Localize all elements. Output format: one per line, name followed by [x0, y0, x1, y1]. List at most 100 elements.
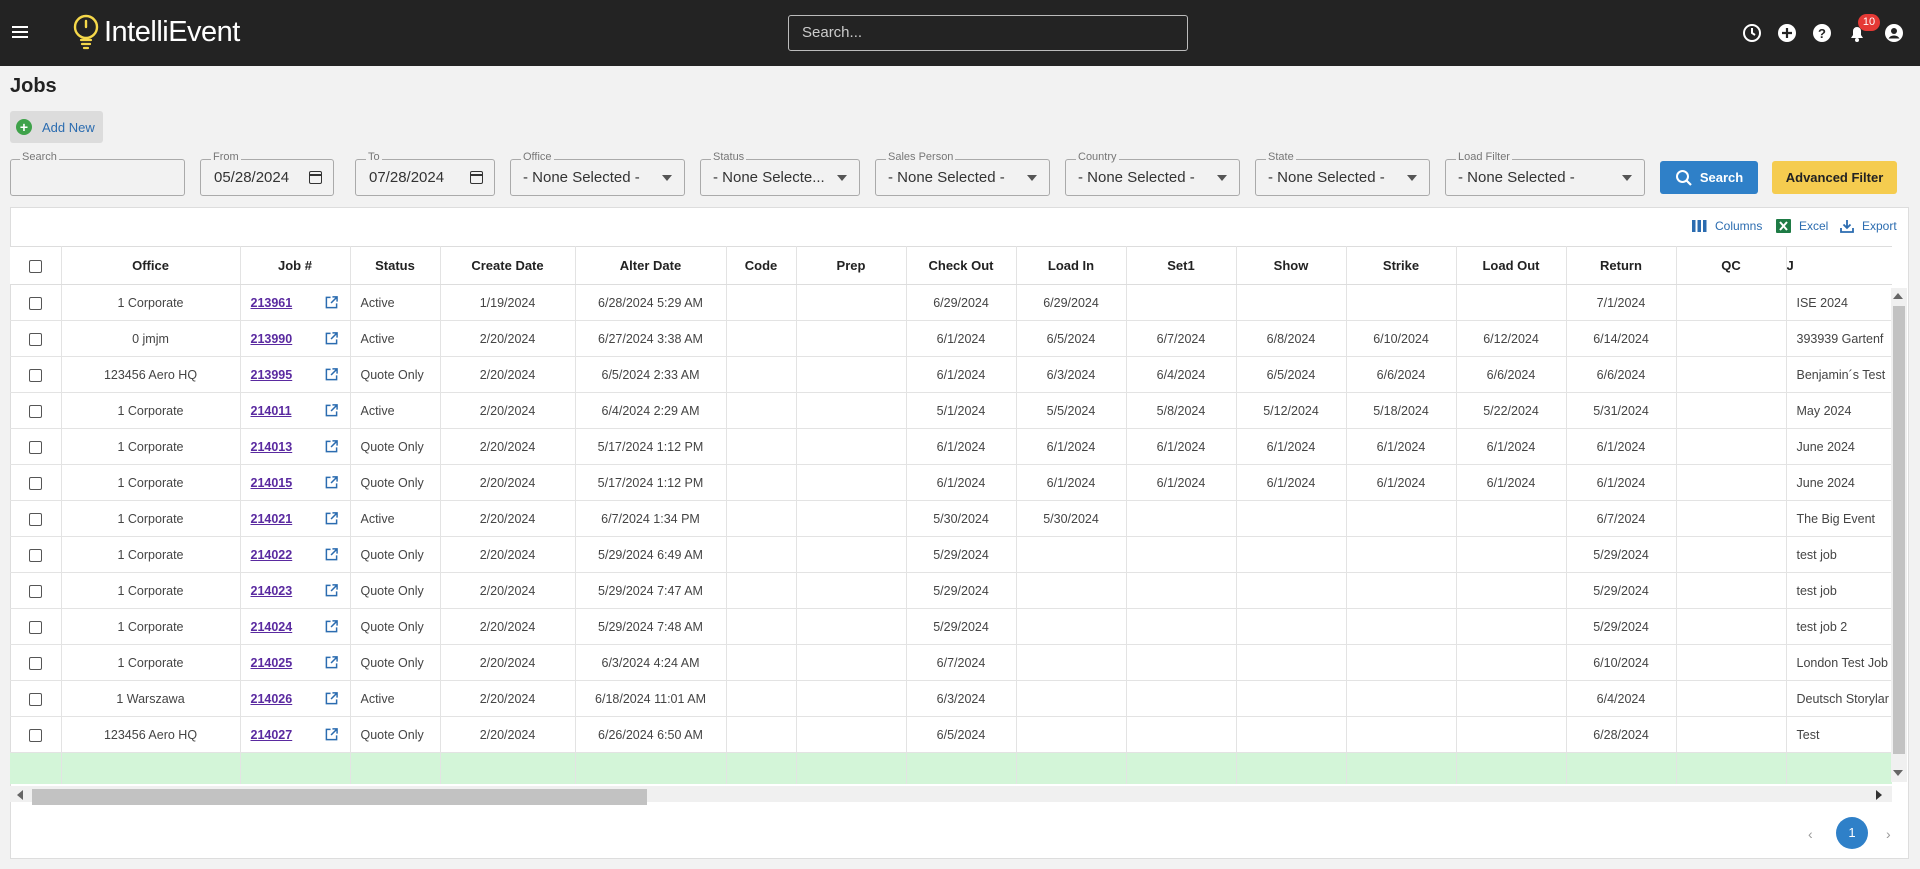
job-number-link[interactable]: 214013: [251, 440, 293, 454]
table-row[interactable]: 1 Warszawa 214026 Active 2/20/2024 6/18/2024…: [10, 680, 1892, 717]
column-header[interactable]: Set1: [1126, 246, 1237, 285]
open-external-icon[interactable]: [325, 728, 338, 741]
account-icon[interactable]: [1884, 23, 1904, 43]
calendar-icon[interactable]: [470, 171, 483, 184]
column-header[interactable]: Office: [61, 246, 241, 285]
advanced-filter-button[interactable]: Advanced Filter: [1772, 161, 1897, 194]
search-button[interactable]: Search: [1660, 161, 1758, 194]
row-checkbox[interactable]: [28, 332, 42, 346]
table-row[interactable]: 1 Corporate 214025 Quote Only 2/20/2024 6/3/…: [10, 644, 1892, 681]
scroll-down-arrow-icon[interactable]: [1893, 770, 1903, 776]
table-row[interactable]: 1 Corporate 214011 Active 2/20/2024 6/4/2024…: [10, 392, 1892, 429]
help-icon[interactable]: ?: [1812, 23, 1832, 43]
table-row[interactable]: 1 Corporate 214022 Quote Only 2/20/2024 5/29…: [10, 536, 1892, 573]
column-header[interactable]: Strike: [1346, 246, 1457, 285]
job-number-link[interactable]: 214022: [251, 548, 293, 562]
country-select[interactable]: - None Selected -: [1065, 159, 1240, 196]
column-header[interactable]: Prep: [796, 246, 907, 285]
table-row[interactable]: 123456 Aero HQ 214027 Quote Only 2/20/2024 6…: [10, 716, 1892, 753]
add-circle-icon[interactable]: [1777, 23, 1797, 43]
table-row[interactable]: 1 Corporate 214024 Quote Only 2/20/2024 5/29…: [10, 608, 1892, 645]
column-header[interactable]: Check Out: [906, 246, 1017, 285]
row-checkbox[interactable]: [28, 296, 42, 310]
job-number-link[interactable]: 214027: [251, 728, 293, 742]
column-header[interactable]: Return: [1566, 246, 1677, 285]
column-header[interactable]: J: [1786, 246, 1892, 285]
job-number-link[interactable]: 213995: [251, 368, 293, 382]
table-row[interactable]: 1 Corporate 214023 Quote Only 2/20/2024 5/29…: [10, 572, 1892, 609]
sales-person-select[interactable]: - None Selected -: [875, 159, 1050, 196]
row-checkbox[interactable]: [28, 476, 42, 490]
open-external-icon[interactable]: [325, 692, 338, 705]
excel-button[interactable]: Excel: [1776, 219, 1828, 233]
job-number-link[interactable]: 213961: [251, 296, 293, 310]
table-row[interactable]: 1 Corporate 214015 Quote Only 2/20/2024 5/17…: [10, 464, 1892, 501]
column-header[interactable]: Show: [1236, 246, 1347, 285]
row-checkbox[interactable]: [28, 548, 42, 562]
from-date-input[interactable]: 05/28/2024: [200, 159, 334, 196]
export-button[interactable]: Export: [1840, 219, 1897, 233]
vertical-scroll-thumb[interactable]: [1893, 306, 1905, 754]
scroll-right-arrow-icon[interactable]: [1876, 790, 1882, 800]
job-number-link[interactable]: 214025: [251, 656, 293, 670]
job-number-link[interactable]: 214011: [251, 404, 292, 418]
open-external-icon[interactable]: [325, 476, 338, 489]
row-checkbox[interactable]: [28, 728, 42, 742]
horizontal-scroll-thumb[interactable]: [32, 789, 647, 805]
row-checkbox[interactable]: [28, 368, 42, 382]
scroll-left-arrow-icon[interactable]: [17, 790, 23, 800]
job-number-link[interactable]: 214023: [251, 584, 293, 598]
open-external-icon[interactable]: [325, 296, 338, 309]
row-checkbox[interactable]: [28, 620, 42, 634]
column-header[interactable]: Job #: [240, 246, 351, 285]
app-logo[interactable]: IntelliEvent: [72, 14, 240, 50]
select-all-checkbox[interactable]: [28, 260, 42, 274]
job-number-link[interactable]: 214021: [251, 512, 293, 526]
row-checkbox[interactable]: [28, 404, 42, 418]
row-checkbox[interactable]: [28, 656, 42, 670]
global-search-input[interactable]: Search...: [788, 15, 1188, 51]
job-number-link[interactable]: 214015: [251, 476, 293, 490]
row-checkbox[interactable]: [28, 512, 42, 526]
pager-prev-button[interactable]: ‹: [1808, 826, 1813, 842]
new-row-placeholder[interactable]: [10, 752, 1892, 784]
office-select[interactable]: - None Selected -: [510, 159, 685, 196]
column-header[interactable]: Create Date: [440, 246, 576, 285]
column-header[interactable]: Code: [726, 246, 797, 285]
table-row[interactable]: 1 Corporate 214013 Quote Only 2/20/2024 5/17…: [10, 428, 1892, 465]
column-header[interactable]: Alter Date: [575, 246, 727, 285]
columns-button[interactable]: Columns: [1692, 219, 1762, 233]
column-header[interactable]: QC: [1676, 246, 1787, 285]
table-row[interactable]: 123456 Aero HQ 213995 Quote Only 2/20/2024 6…: [10, 356, 1892, 393]
to-date-input[interactable]: 07/28/2024: [355, 159, 495, 196]
open-external-icon[interactable]: [325, 656, 338, 669]
column-header[interactable]: Status: [350, 246, 441, 285]
open-external-icon[interactable]: [325, 368, 338, 381]
table-row[interactable]: 0 jmjm 213990 Active 2/20/2024 6/27/2024 3:3…: [10, 320, 1892, 357]
row-checkbox[interactable]: [28, 692, 42, 706]
job-number-link[interactable]: 214024: [251, 620, 293, 634]
column-header[interactable]: Load Out: [1456, 246, 1567, 285]
add-new-button[interactable]: + Add New: [10, 111, 103, 143]
open-external-icon[interactable]: [325, 404, 338, 417]
load-filter-select[interactable]: - None Selected -: [1445, 159, 1645, 196]
state-select[interactable]: - None Selected -: [1255, 159, 1430, 196]
pager-next-button[interactable]: ›: [1886, 826, 1891, 842]
open-external-icon[interactable]: [325, 332, 338, 345]
job-number-link[interactable]: 214026: [251, 692, 293, 706]
column-header[interactable]: Load In: [1016, 246, 1127, 285]
open-external-icon[interactable]: [325, 548, 338, 561]
table-row[interactable]: 1 Corporate 214021 Active 2/20/2024 6/7/2024…: [10, 500, 1892, 537]
open-external-icon[interactable]: [325, 584, 338, 597]
row-checkbox[interactable]: [28, 584, 42, 598]
open-external-icon[interactable]: [325, 440, 338, 453]
table-row[interactable]: 1 Corporate 213961 Active 1/19/2024 6/28/202…: [10, 284, 1892, 321]
open-external-icon[interactable]: [325, 512, 338, 525]
open-external-icon[interactable]: [325, 620, 338, 633]
status-select[interactable]: - None Selecte...: [700, 159, 860, 196]
job-number-link[interactable]: 213990: [251, 332, 293, 346]
search-filter-input[interactable]: [10, 159, 185, 196]
scroll-up-arrow-icon[interactable]: [1893, 293, 1903, 299]
pager-current-page[interactable]: 1: [1836, 817, 1868, 849]
calendar-icon[interactable]: [309, 171, 322, 184]
